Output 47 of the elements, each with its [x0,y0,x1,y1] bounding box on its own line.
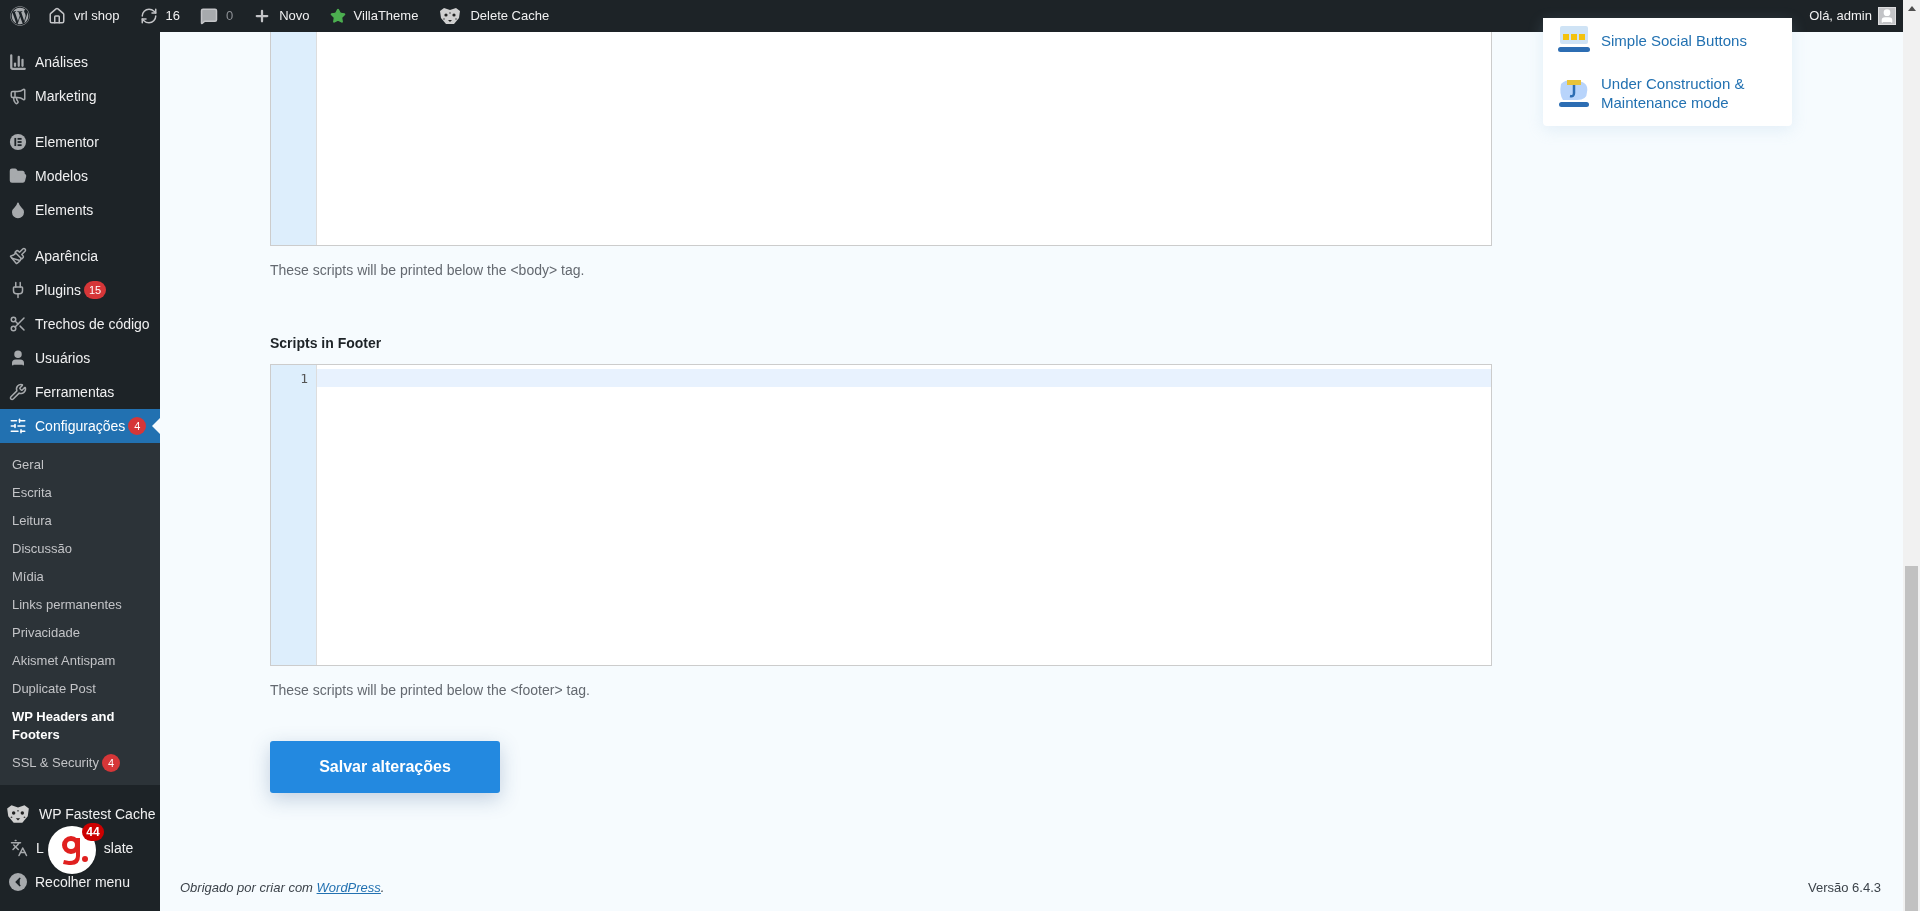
plugin-link[interactable]: Simple Social Buttons [1557,26,1778,54]
sidebar-menu-item[interactable]: Recolher menu [0,865,160,899]
sidebar-menu-item[interactable]: Modelos [0,159,160,193]
submenu-item[interactable]: SSL & Security 4 [0,749,160,777]
submenu-item[interactable]: Mídia [0,563,160,591]
count-badge: 15 [83,281,107,299]
submenu-item[interactable]: Escrita [0,479,160,507]
admin-bar-link[interactable]: Novo [243,0,320,32]
sidebar-menu-item[interactable]: Plugins 15 [0,273,160,307]
code-editor[interactable]: 1 [270,364,1492,666]
sidebar-menu-item[interactable]: Marketing [0,79,160,113]
count-badge: 4 [101,754,120,772]
admin-bar-link[interactable]: 0 [190,0,244,32]
notification-count: 44 [82,823,104,841]
admin-bar-link[interactable]: vrl shop [38,0,130,32]
sidebar-menu-item[interactable]: Trechos de código [0,307,160,341]
submenu-item[interactable]: Links permanentes [0,591,160,619]
help-text: These scripts will be printed below the <body> tag. [270,261,586,280]
submenu-item[interactable]: Geral [0,451,160,479]
submenu-item[interactable]: Discussão [0,535,160,563]
submenu-item[interactable]: Akismet Antispam [0,647,160,675]
footer-credit: Obrigado por criar com WordPress. [180,879,385,898]
submenu-item[interactable]: Privacidade [0,619,160,647]
line-number: 1 [299,370,309,387]
sidebar-menu-item[interactable]: Configurações 4 [0,409,160,443]
submenu-item[interactable]: WP Headers and Footers [0,703,160,749]
account-menu[interactable]: Olá, admin [1809,6,1896,26]
sidebar-menu-item[interactable]: Ferramentas [0,375,160,409]
version-text: Versão 6.4.3 [1808,879,1881,898]
count-badge: 4 [128,417,147,435]
submenu-item[interactable]: Leitura [0,507,160,535]
sidebar-menu-item[interactable]: slate [103,837,134,859]
admin-bar-link[interactable]: VillaTheme [319,0,429,32]
help-text: These scripts will be printed below the <footer> tag. [270,681,591,700]
sidebar-menu-item[interactable]: Aparência [0,239,160,273]
admin-bar-link[interactable]: 16 [129,0,190,32]
section-heading: Scripts in Footer [270,334,383,353]
sidebar-menu-item[interactable]: L [36,837,44,859]
wordpress-link[interactable]: WordPress [316,880,381,896]
sidebar-menu-item[interactable]: Elements [0,193,160,227]
plugin-link[interactable]: Under Construction & Maintenance mode [1557,74,1778,112]
submenu-item[interactable]: Duplicate Post [0,675,160,703]
save-button[interactable]: Salvar alterações [270,741,500,793]
sidebar-menu-item[interactable]: Usuários [0,341,160,375]
sidebar-menu-item[interactable]: Análises [0,45,160,79]
admin-bar-link[interactable]: Delete Cache [428,0,560,32]
sidebar-menu-item[interactable]: Elementor [0,125,160,159]
